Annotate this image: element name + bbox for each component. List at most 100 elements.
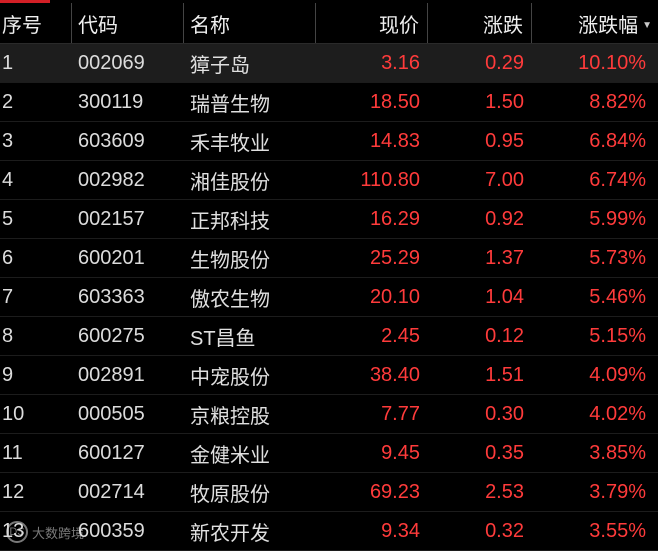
- stock-name: 金健米业: [190, 444, 270, 467]
- price-change: 0.29: [485, 51, 524, 74]
- stock-name: 正邦科技: [190, 210, 270, 233]
- row-index: 12: [2, 480, 25, 503]
- table-row[interactable]: 9 002891 中宠股份 38.40 1.51 4.09%: [0, 356, 658, 395]
- percent-change: 5.46%: [589, 285, 646, 308]
- row-index: 9: [2, 363, 14, 386]
- table-row[interactable]: 11 600127 金健米业 9.45 0.35 3.85%: [0, 434, 658, 473]
- row-index: 5: [2, 207, 14, 230]
- stock-code: 603609: [78, 129, 145, 152]
- price-change: 1.37: [485, 246, 524, 269]
- percent-change: 3.55%: [589, 519, 646, 542]
- col-header-price-label: 现价: [379, 14, 419, 37]
- current-price: 69.23: [369, 480, 420, 503]
- col-header-pct-label: 涨跌幅: [578, 14, 639, 37]
- stock-code: 603363: [78, 285, 145, 308]
- stock-name: 瑞普生物: [190, 93, 270, 116]
- col-header-change[interactable]: 涨跌: [428, 3, 532, 43]
- watermark-text: 大数跨境: [32, 525, 85, 541]
- percent-change: 5.73%: [589, 246, 646, 269]
- stock-code: 600359: [78, 519, 145, 542]
- table-row[interactable]: 10 000505 京粮控股 7.77 0.30 4.02%: [0, 395, 658, 434]
- current-price: 18.50: [369, 90, 420, 113]
- stock-name: 傲农生物: [190, 288, 270, 311]
- row-index: 7: [2, 285, 14, 308]
- price-change: 2.53: [485, 480, 524, 503]
- row-index: 6: [2, 246, 14, 269]
- percent-change: 6.74%: [589, 168, 646, 191]
- table-row[interactable]: 3 603609 禾丰牧业 14.83 0.95 6.84%: [0, 122, 658, 161]
- table-header: 序号 代码 名称 现价 涨跌 涨跌幅 ▼: [0, 3, 658, 44]
- current-price: 38.40: [369, 363, 420, 386]
- col-header-pct[interactable]: 涨跌幅 ▼: [532, 3, 658, 43]
- stock-name: 中宠股份: [190, 366, 270, 389]
- current-price: 20.10: [369, 285, 420, 308]
- stock-code: 002157: [78, 207, 145, 230]
- col-header-index[interactable]: 序号: [0, 3, 72, 43]
- table-row[interactable]: 2 300119 瑞普生物 18.50 1.50 8.82%: [0, 83, 658, 122]
- percent-change: 5.99%: [589, 207, 646, 230]
- stock-code: 002891: [78, 363, 145, 386]
- col-header-price[interactable]: 现价: [316, 3, 428, 43]
- current-price: 3.16: [381, 51, 420, 74]
- stock-name: 生物股份: [190, 249, 270, 272]
- row-index: 2: [2, 90, 14, 113]
- stock-name: 京粮控股: [190, 405, 270, 428]
- col-header-code[interactable]: 代码: [72, 3, 184, 43]
- current-price: 9.45: [381, 441, 420, 464]
- row-index: 11: [2, 441, 23, 464]
- col-header-name-label: 名称: [190, 14, 230, 37]
- col-header-name[interactable]: 名称: [184, 3, 316, 43]
- watermark-logo-icon: DS: [6, 521, 28, 543]
- watermark: DS 大数跨境: [6, 521, 84, 543]
- price-change: 0.30: [485, 402, 524, 425]
- table-row[interactable]: 1 002069 獐子岛 3.16 0.29 10.10%: [0, 44, 658, 83]
- price-change: 0.35: [485, 441, 524, 464]
- stock-name: ST昌鱼: [190, 327, 256, 350]
- current-price: 7.77: [381, 402, 420, 425]
- percent-change: 4.02%: [589, 402, 646, 425]
- percent-change: 3.79%: [589, 480, 646, 503]
- percent-change: 10.10%: [578, 51, 646, 74]
- price-change: 7.00: [485, 168, 524, 191]
- watermark-logo-text: DS: [9, 526, 25, 538]
- stock-name: 湘佳股份: [190, 171, 270, 194]
- stock-code: 600127: [78, 441, 145, 464]
- col-header-index-label: 序号: [2, 14, 42, 37]
- stock-code: 002982: [78, 168, 145, 191]
- table-row[interactable]: 12 002714 牧原股份 69.23 2.53 3.79%: [0, 473, 658, 512]
- percent-change: 8.82%: [589, 90, 646, 113]
- current-price: 110.80: [360, 168, 420, 191]
- table-row[interactable]: 8 600275 ST昌鱼 2.45 0.12 5.15%: [0, 317, 658, 356]
- stock-code: 002714: [78, 480, 145, 503]
- stock-name: 牧原股份: [190, 483, 270, 506]
- current-price: 25.29: [369, 246, 420, 269]
- col-header-code-label: 代码: [78, 14, 118, 37]
- stock-name: 新农开发: [190, 522, 270, 545]
- sort-desc-icon[interactable]: ▼: [642, 20, 652, 31]
- table-row[interactable]: 6 600201 生物股份 25.29 1.37 5.73%: [0, 239, 658, 278]
- row-index: 10: [2, 402, 25, 425]
- table-row[interactable]: 13 600359 新农开发 9.34 0.32 3.55%: [0, 512, 658, 551]
- percent-change: 4.09%: [589, 363, 646, 386]
- table-row[interactable]: 5 002157 正邦科技 16.29 0.92 5.99%: [0, 200, 658, 239]
- price-change: 1.04: [485, 285, 524, 308]
- stock-code: 600201: [78, 246, 145, 269]
- price-change: 0.95: [485, 129, 524, 152]
- price-change: 1.50: [485, 90, 524, 113]
- table-row[interactable]: 4 002982 湘佳股份 110.80 7.00 6.74%: [0, 161, 658, 200]
- current-price: 2.45: [381, 324, 420, 347]
- current-price: 14.83: [369, 129, 420, 152]
- row-index: 1: [2, 51, 14, 74]
- col-header-change-label: 涨跌: [483, 14, 523, 37]
- percent-change: 3.85%: [589, 441, 646, 464]
- row-index: 8: [2, 324, 14, 347]
- stock-name: 獐子岛: [190, 54, 250, 77]
- stock-name: 禾丰牧业: [190, 132, 270, 155]
- stock-table-body: 1 002069 獐子岛 3.16 0.29 10.10% 2 300119 瑞普生物 18.50…: [0, 44, 658, 551]
- stock-code: 000505: [78, 402, 145, 425]
- stock-code: 300119: [78, 90, 144, 113]
- table-row[interactable]: 7 603363 傲农生物 20.10 1.04 5.46%: [0, 278, 658, 317]
- percent-change: 5.15%: [589, 324, 646, 347]
- price-change: 0.32: [485, 519, 524, 542]
- current-price: 9.34: [381, 519, 420, 542]
